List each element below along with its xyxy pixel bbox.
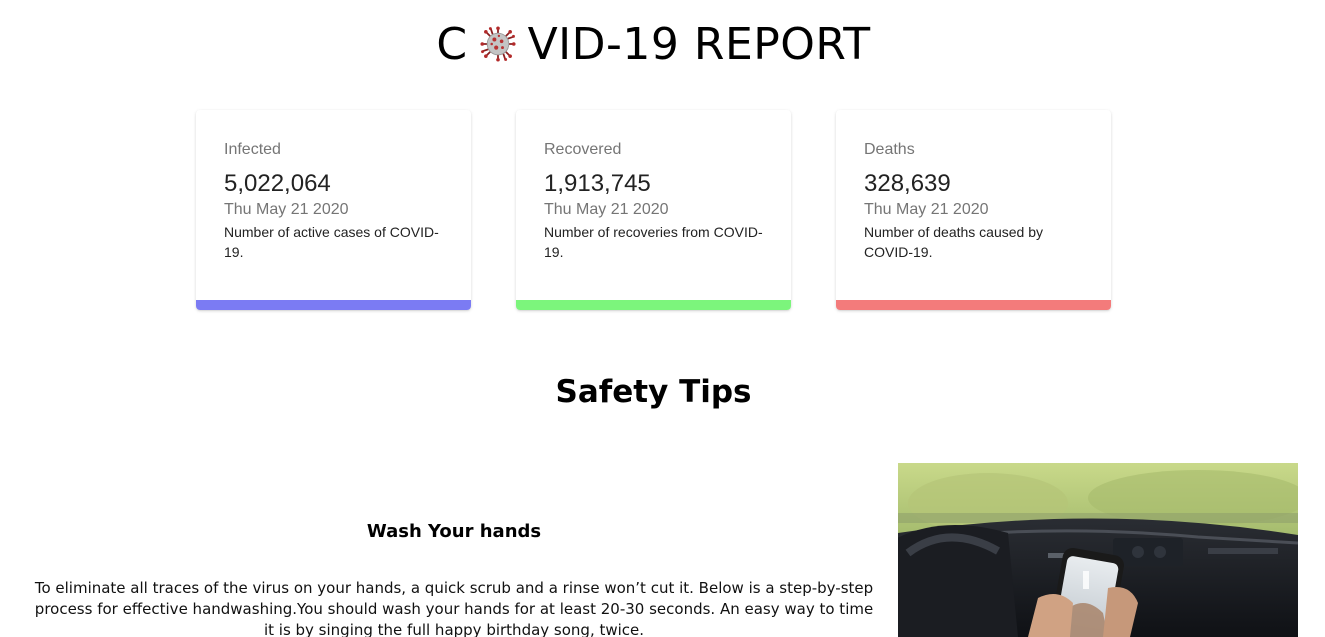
- infected-card: Infected 5,022,064 Thu May 21 2020 Numbe…: [196, 110, 471, 310]
- tip-text: To eliminate all traces of the virus on …: [34, 579, 874, 637]
- coronavirus-icon: [480, 26, 516, 62]
- car-phone-illustration: [898, 463, 1298, 637]
- recovered-date: Thu May 21 2020: [544, 201, 669, 218]
- infected-color-bar: [196, 300, 471, 310]
- covid-report-page: C VID-19 REPORT Infected 5,022,064 Thu M…: [0, 0, 1325, 637]
- stats-cards: Infected 5,022,064 Thu May 21 2020 Numbe…: [196, 110, 1112, 310]
- title-prefix: C: [436, 18, 468, 70]
- tip-title: Wash Your hands: [366, 521, 542, 542]
- deaths-card: Deaths 328,639 Thu May 21 2020 Number of…: [836, 110, 1111, 310]
- infected-label: Infected: [224, 141, 281, 158]
- title-suffix: VID-19 REPORT: [527, 18, 871, 70]
- infected-date: Thu May 21 2020: [224, 201, 349, 218]
- page-title: C VID-19 REPORT: [0, 16, 1307, 72]
- deaths-count: 328,639: [864, 170, 951, 197]
- recovered-color-bar: [516, 300, 791, 310]
- recovered-label: Recovered: [544, 141, 622, 158]
- infected-description: Number of active cases of COVID-19.: [224, 224, 439, 260]
- deaths-color-bar: [836, 300, 1111, 310]
- deaths-label: Deaths: [864, 141, 915, 158]
- recovered-card: Recovered 1,913,745 Thu May 21 2020 Numb…: [516, 110, 791, 310]
- recovered-count: 1,913,745: [544, 170, 651, 197]
- hand-sanitizer-photo: [898, 463, 1298, 637]
- infected-count: 5,022,064: [224, 170, 331, 197]
- deaths-description: Number of deaths caused by COVID-19.: [864, 224, 1043, 260]
- deaths-date: Thu May 21 2020: [864, 201, 989, 218]
- recovered-description: Number of recoveries from COVID-19.: [544, 224, 763, 260]
- safety-tips-heading: Safety Tips: [555, 374, 752, 410]
